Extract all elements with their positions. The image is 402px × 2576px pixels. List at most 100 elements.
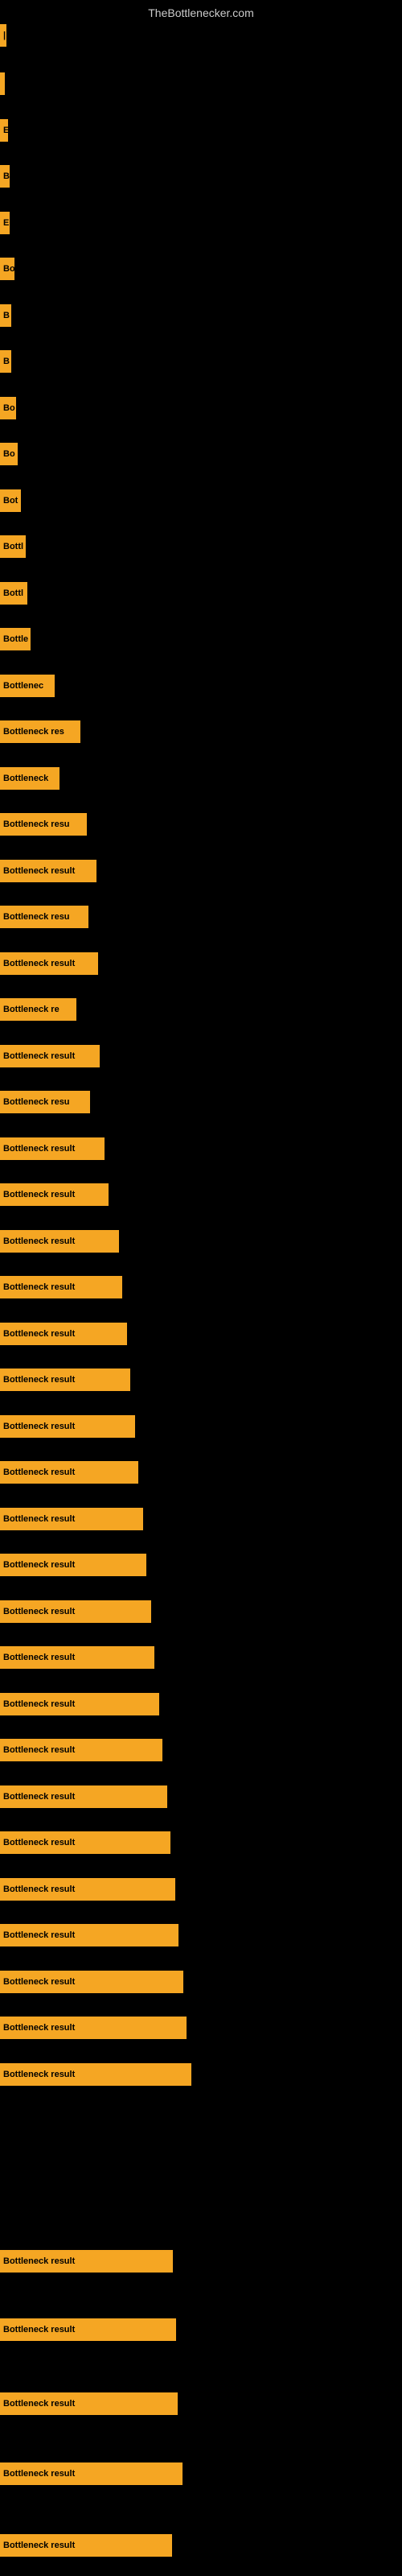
bar-1 (0, 72, 5, 95)
bar-label-37: Bottleneck result (3, 1745, 75, 1755)
bar-label-43: Bottleneck result (3, 2023, 75, 2033)
bar-row-7: B (0, 350, 402, 373)
bar-row-20: Bottleneck result (0, 952, 402, 975)
bar-row-19: Bottleneck resu (0, 906, 402, 928)
bar-14: Bottlenec (0, 675, 55, 697)
bar-47: Bottleneck result (0, 2534, 172, 2557)
bar-7: B (0, 350, 11, 373)
bar-row-3: B (0, 165, 402, 188)
bar-row-33: Bottleneck result (0, 1554, 402, 1576)
bar-3: B (0, 165, 10, 188)
bar-label-29: Bottleneck result (3, 1375, 75, 1385)
bar-label-40: Bottleneck result (3, 1885, 75, 1894)
bar-label-24: Bottleneck result (3, 1144, 75, 1154)
bar-11: Bottl (0, 535, 26, 558)
bar-27: Bottleneck result (0, 1276, 122, 1298)
bar-label-22: Bottleneck result (3, 1051, 75, 1061)
bar-row-25: Bottleneck result (0, 1183, 402, 1206)
bar-label-38: Bottleneck result (3, 1792, 75, 1802)
bar-0: | (0, 24, 6, 47)
bar-row-30: Bottleneck result (0, 1415, 402, 1438)
bar-row-36: Bottleneck result (0, 1693, 402, 1715)
bar-28: Bottleneck result (0, 1323, 127, 1345)
bar-label-47: Bottleneck result (3, 2541, 75, 2550)
bar-row-23: Bottleneck resu (0, 1091, 402, 1113)
bar-row-11: Bottl (0, 535, 402, 558)
bar-label-18: Bottleneck result (3, 866, 75, 876)
bar-38: Bottleneck result (0, 1785, 167, 1808)
bar-label-16: Bottleneck (3, 774, 48, 783)
bar-row-14: Bottlenec (0, 675, 402, 697)
bar-label-46: Bottleneck result (3, 2325, 75, 2334)
bar-2: E (0, 119, 8, 142)
bar-31: Bottleneck result (0, 1461, 138, 1484)
bar-label-15: Bottleneck res (3, 727, 64, 737)
bar-label-13: Bottle (3, 634, 28, 644)
bar-22: Bottleneck result (0, 1045, 100, 1067)
bar-label-19: Bottleneck resu (3, 912, 70, 922)
bar-row-15: Bottleneck res (0, 720, 402, 743)
bar-row-41: Bottleneck result (0, 1924, 402, 1946)
bar-label-30: Bottleneck result (3, 1422, 75, 1431)
bar-33: Bottleneck result (0, 1554, 146, 1576)
bar-5: Bo (0, 258, 14, 280)
bar-row-47: Bottleneck result (0, 2534, 402, 2557)
bar-label-26: Bottleneck result (3, 1236, 75, 1246)
bar-row-27: Bottleneck result (0, 1276, 402, 1298)
bar-row-4: E (0, 212, 402, 234)
bar-label-42: Bottleneck result (3, 1977, 75, 1987)
bar-row-0: | (0, 24, 402, 47)
bar-label-48: Bottleneck result (3, 2399, 75, 2409)
bar-label-23: Bottleneck resu (3, 1097, 70, 1107)
bar-row-49: Bottleneck result (0, 2462, 402, 2485)
bar-row-13: Bottle (0, 628, 402, 650)
bar-36: Bottleneck result (0, 1693, 159, 1715)
bar-17: Bottleneck resu (0, 813, 87, 836)
bar-39: Bottleneck result (0, 1831, 170, 1854)
bar-15: Bottleneck res (0, 720, 80, 743)
bar-row-22: Bottleneck result (0, 1045, 402, 1067)
bar-row-48: Bottleneck result (0, 2392, 402, 2415)
bar-label-14: Bottlenec (3, 681, 43, 691)
bar-label-45: Bottleneck result (3, 2256, 75, 2266)
bar-row-45: Bottleneck result (0, 2250, 402, 2273)
bar-4: E (0, 212, 10, 234)
bar-row-10: Bot (0, 489, 402, 512)
bar-35: Bottleneck result (0, 1646, 154, 1669)
bar-row-40: Bottleneck result (0, 1878, 402, 1901)
bar-label-4: E (3, 218, 9, 228)
bar-row-1 (0, 72, 402, 95)
bar-37: Bottleneck result (0, 1739, 162, 1761)
bar-label-44: Bottleneck result (3, 2070, 75, 2079)
bar-label-20: Bottleneck result (3, 959, 75, 968)
bar-24: Bottleneck result (0, 1137, 105, 1160)
bar-label-27: Bottleneck result (3, 1282, 75, 1292)
bar-label-12: Bottl (3, 588, 23, 598)
bar-label-39: Bottleneck result (3, 1838, 75, 1847)
bar-46: Bottleneck result (0, 2318, 176, 2341)
bar-label-21: Bottleneck re (3, 1005, 59, 1014)
bar-44: Bottleneck result (0, 2063, 191, 2086)
bar-20: Bottleneck result (0, 952, 98, 975)
bar-row-29: Bottleneck result (0, 1368, 402, 1391)
bar-row-18: Bottleneck result (0, 860, 402, 882)
bar-49: Bottleneck result (0, 2462, 183, 2485)
bar-21: Bottleneck re (0, 998, 76, 1021)
bar-label-17: Bottleneck resu (3, 819, 70, 829)
bar-41: Bottleneck result (0, 1924, 178, 1946)
bar-row-44: Bottleneck result (0, 2063, 402, 2086)
bar-row-43: Bottleneck result (0, 2017, 402, 2039)
bar-48: Bottleneck result (0, 2392, 178, 2415)
bar-12: Bottl (0, 582, 27, 605)
bar-row-46: Bottleneck result (0, 2318, 402, 2341)
bar-29: Bottleneck result (0, 1368, 130, 1391)
bar-label-11: Bottl (3, 542, 23, 551)
bar-row-31: Bottleneck result (0, 1461, 402, 1484)
bar-42: Bottleneck result (0, 1971, 183, 1993)
bar-19: Bottleneck resu (0, 906, 88, 928)
bar-label-8: Bo (3, 403, 15, 413)
bar-label-32: Bottleneck result (3, 1514, 75, 1524)
bar-label-35: Bottleneck result (3, 1653, 75, 1662)
bar-label-10: Bot (3, 496, 18, 506)
bar-label-25: Bottleneck result (3, 1190, 75, 1199)
